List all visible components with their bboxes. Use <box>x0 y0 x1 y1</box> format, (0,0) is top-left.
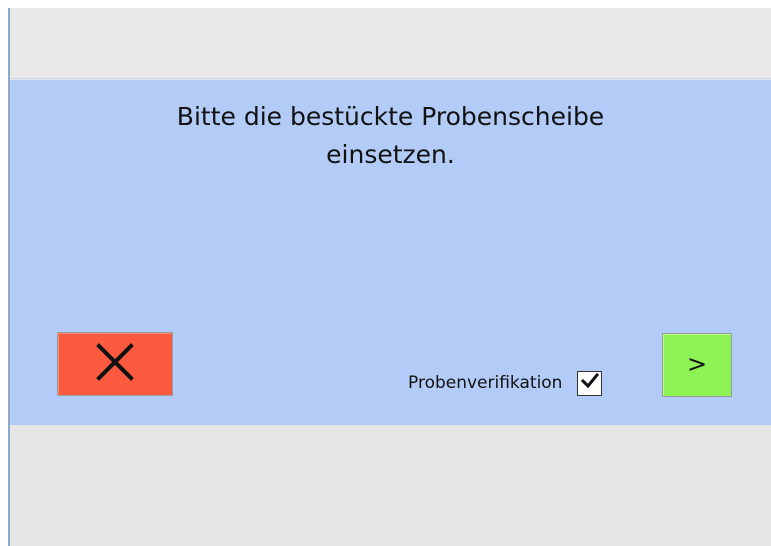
probenverifikation-row: Probenverifikation <box>408 368 603 398</box>
close-icon <box>91 338 139 390</box>
instruction-line-1: Bitte die bestückte Probenscheibe <box>176 102 605 131</box>
app-window: Bitte die bestückte Probenscheibe einset… <box>8 8 771 546</box>
cancel-button[interactable] <box>57 332 173 396</box>
probenverifikation-checkbox[interactable] <box>577 370 603 396</box>
next-button[interactable]: > <box>662 333 732 397</box>
instruction-message: Bitte die bestückte Probenscheibe einset… <box>10 98 771 174</box>
dialog-panel: Bitte die bestückte Probenscheibe einset… <box>10 80 771 425</box>
next-button-label: > <box>686 350 708 378</box>
checkmark-icon <box>580 371 600 395</box>
top-bar <box>10 8 771 79</box>
probenverifikation-label: Probenverifikation <box>408 373 563 393</box>
instruction-line-2: einsetzen. <box>326 140 455 169</box>
